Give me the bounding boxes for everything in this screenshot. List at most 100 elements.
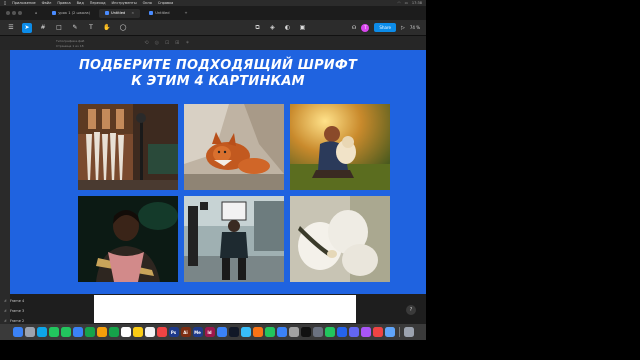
system-settings-icon[interactable]	[312, 327, 323, 337]
slide-canvas[interactable]: ПОДБЕРИТЕ ПОДХОДЯЩИЙ ШРИФТ К ЭТИМ 4 КАРТ…	[10, 50, 426, 294]
figma-icon[interactable]	[228, 327, 239, 337]
layer-item[interactable]: # Frame 4	[0, 296, 60, 306]
photo-street-cafe[interactable]	[78, 104, 178, 190]
center-tools: ⧉ ◈ ◐ ▣	[172, 23, 307, 33]
menu-item-help[interactable]: Справка	[158, 1, 173, 5]
finder-2-icon[interactable]	[384, 327, 395, 337]
menu-item-window[interactable]: Окно	[143, 1, 152, 5]
history-icon[interactable]: ⟲	[144, 40, 148, 46]
star-icon[interactable]: ✶	[185, 40, 189, 46]
reminders-icon[interactable]	[144, 327, 155, 337]
pen-tool-icon[interactable]: ✎	[70, 23, 80, 33]
photo-man-portrait[interactable]	[78, 196, 178, 282]
tab-home[interactable]: ⌂	[29, 9, 43, 18]
maps-icon[interactable]	[84, 327, 95, 337]
tab-lesson-1[interactable]: урок 1 (2 школа)	[46, 9, 96, 18]
pages-icon[interactable]	[252, 327, 263, 337]
photographers-image	[184, 196, 284, 282]
tab-untitled-2[interactable]: Untitled	[143, 9, 175, 18]
next-frame-preview[interactable]	[94, 295, 356, 323]
media-encoder-icon[interactable]: Me	[192, 327, 203, 337]
present-icon[interactable]: ▷	[401, 25, 405, 31]
notes-icon[interactable]	[132, 327, 143, 337]
illustrator-icon[interactable]: Ai	[180, 327, 191, 337]
trash-icon[interactable]	[403, 327, 414, 337]
photoshop-icon[interactable]: Ps	[168, 327, 179, 337]
photo-photographers[interactable]	[184, 196, 284, 282]
app-store-icon[interactable]	[216, 327, 227, 337]
numbers-icon[interactable]	[264, 327, 275, 337]
safari-icon[interactable]	[36, 327, 47, 337]
street-cafe-image	[78, 104, 178, 190]
grid-icon[interactable]: ⊞	[175, 40, 179, 46]
minimize-window-button[interactable]	[12, 11, 16, 15]
tab-untitled-1[interactable]: Untitled ×	[99, 8, 141, 18]
chrome-icon[interactable]	[48, 327, 59, 337]
headphones-icon[interactable]: ☊	[352, 25, 356, 31]
man-portrait-image	[78, 196, 178, 282]
mail-icon[interactable]	[72, 327, 83, 337]
messages-icon[interactable]	[60, 327, 71, 337]
photo-orchid[interactable]	[290, 196, 390, 282]
layer-item[interactable]: # Frame 3	[0, 306, 60, 316]
menu-item-go[interactable]: Переход	[90, 1, 106, 5]
music-icon[interactable]	[156, 327, 167, 337]
discord-icon[interactable]	[348, 327, 359, 337]
headline-line-1: ПОДБЕРИТЕ ПОДХОДЯЩИЙ ШРИФТ	[78, 58, 358, 73]
menu-item-tools[interactable]: Инструменты	[112, 1, 137, 5]
mask-icon[interactable]: ◈	[267, 23, 277, 33]
layers-list: # Frame 4 # Frame 3 # Frame 2	[0, 296, 60, 326]
indesign-icon[interactable]: Id	[204, 327, 215, 337]
wifi-icon[interactable]: ◠	[398, 1, 401, 5]
dock: Ps Ai Me Id	[0, 324, 426, 340]
orchid-image	[290, 196, 390, 282]
file-icon	[149, 11, 154, 15]
file-actions: ⟲ ◎ ⊡ ⊞ ✶	[144, 40, 189, 46]
comment-tool-icon[interactable]: ◯	[118, 23, 128, 33]
text-tool-icon[interactable]: T	[86, 23, 96, 33]
help-button[interactable]: ?	[406, 305, 416, 315]
calendar-icon[interactable]	[120, 327, 131, 337]
shape-tool-icon[interactable]: □	[54, 23, 64, 33]
menu-item-view[interactable]: Вид	[77, 1, 84, 5]
component-icon[interactable]: ⧉	[252, 23, 262, 33]
whatsapp-icon[interactable]	[324, 327, 335, 337]
file-name[interactable]: Типографика.фиб	[56, 39, 84, 43]
finder-icon[interactable]	[12, 327, 23, 337]
frame-tool-icon[interactable]: #	[38, 23, 48, 33]
chrome-2-icon[interactable]	[372, 327, 383, 337]
close-window-button[interactable]	[6, 11, 10, 15]
lock-icon[interactable]: ⊡	[165, 40, 169, 46]
launchpad-icon[interactable]	[24, 327, 35, 337]
target-icon[interactable]: ◎	[155, 40, 159, 46]
layer-label: Frame 4	[9, 299, 25, 303]
zoom-icon[interactable]	[336, 327, 347, 337]
slide-headline[interactable]: ПОДБЕРИТЕ ПОДХОДЯЩИЙ ШРИФТ К ЭТИМ 4 КАРТ…	[10, 58, 426, 90]
photo-girl-with-dog[interactable]	[290, 104, 390, 190]
menu-item-file[interactable]: Файл	[42, 1, 52, 5]
zoom-level[interactable]: 74 %	[410, 25, 420, 30]
apple-icon[interactable]: 	[4, 1, 6, 5]
new-tab-button[interactable]: +	[178, 9, 193, 18]
zoom-window-button[interactable]	[18, 11, 22, 15]
boolean-icon[interactable]: ▣	[297, 23, 307, 33]
preview-icon[interactable]	[288, 327, 299, 337]
photo-fox[interactable]	[184, 104, 284, 190]
keynote-icon[interactable]	[276, 327, 287, 337]
move-tool-icon[interactable]: ➤	[22, 22, 32, 33]
share-button[interactable]: Share	[374, 23, 396, 32]
fill-icon[interactable]: ◐	[282, 23, 292, 33]
close-tab-icon[interactable]: ×	[131, 11, 134, 15]
main-menu-icon[interactable]: ☰	[6, 23, 16, 33]
battery-icon[interactable]: ▭	[405, 1, 408, 5]
photos-icon[interactable]	[96, 327, 107, 337]
figma-2-icon[interactable]	[360, 327, 371, 337]
menu-item-edit[interactable]: Правка	[57, 1, 70, 5]
telegram-icon[interactable]	[240, 327, 251, 337]
menu-item-app[interactable]: Приложение	[12, 1, 36, 5]
terminal-icon[interactable]	[300, 327, 311, 337]
facetime-icon[interactable]	[108, 327, 119, 337]
clock[interactable]: 17:38	[412, 1, 422, 5]
avatar[interactable]: T	[361, 23, 370, 32]
hand-tool-icon[interactable]: ✋	[102, 23, 112, 33]
